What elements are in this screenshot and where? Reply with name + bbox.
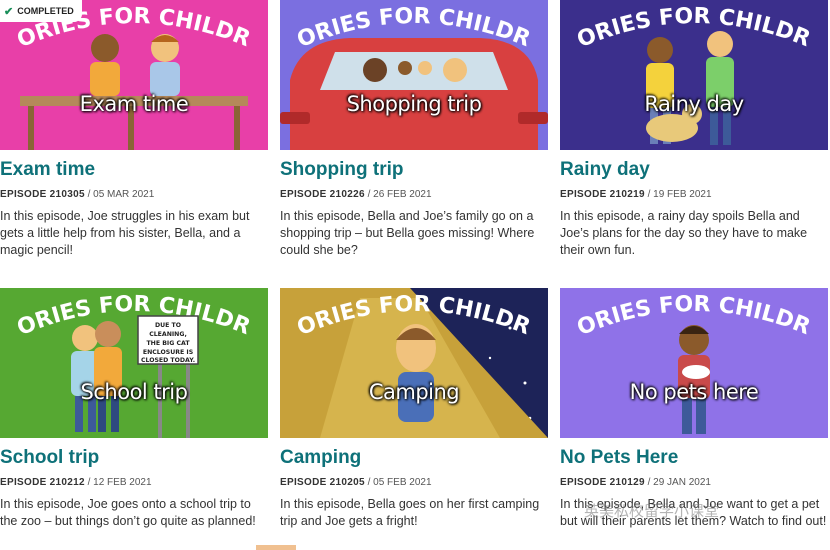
episode-number: EPISODE 210205 xyxy=(280,477,365,488)
thumbnail-illustration: STORIES FOR CHILDREN xyxy=(560,288,828,438)
completed-label: COMPLETED xyxy=(17,6,74,16)
sign-line: ENCLOSURE IS xyxy=(143,349,193,356)
episode-date: 26 FEB 2021 xyxy=(373,189,432,200)
episode-title-link[interactable]: Camping xyxy=(280,446,548,470)
episode-meta: EPISODE 210129 / 29 JAN 2021 xyxy=(560,477,711,488)
episode-description: In this episode, Joe goes onto a school … xyxy=(0,497,256,528)
sign-line: CLEANING, xyxy=(149,331,187,338)
episode-number: EPISODE 210305 xyxy=(0,189,85,200)
thumbnail-title: Exam time xyxy=(79,92,189,116)
episode-thumbnail[interactable]: STORIES FOR CHILDREN Shopping trip xyxy=(280,0,548,150)
watermark-text: 英美私校留学小课堂 xyxy=(584,502,720,520)
episode-description: In this episode, Bella and Joe’s family … xyxy=(280,209,535,257)
thumbnail-title: No pets here xyxy=(629,380,759,404)
check-icon: ✔ xyxy=(4,5,14,18)
completed-badge: ✔ COMPLETED xyxy=(0,0,82,22)
sign-line: DUE TO xyxy=(155,322,181,329)
episode-title-link[interactable]: Exam time xyxy=(0,158,268,182)
thumbnail-title: Shopping trip xyxy=(346,92,482,116)
episode-card-school-trip[interactable]: STORIES FOR CHILDREN DUE TO CLEANING, TH… xyxy=(0,288,268,530)
episode-number: EPISODE 210226 xyxy=(280,189,365,200)
thumbnail-title: Rainy day xyxy=(644,92,744,116)
episode-number: EPISODE 210212 xyxy=(0,477,85,488)
episode-thumbnail[interactable]: STORIES FOR CHILDREN Rainy day xyxy=(560,0,828,150)
thumbnail-illustration: STORIES FOR CHILDREN xyxy=(280,288,548,438)
episode-date: 19 FEB 2021 xyxy=(653,189,712,200)
thumbnail-illustration: STORIES FOR CHILDREN DUE TO CLEANING, TH… xyxy=(0,288,268,438)
thumbnail-title: School trip xyxy=(80,380,188,404)
episode-number: EPISODE 210219 xyxy=(560,189,645,200)
episode-meta: EPISODE 210305 / 05 MAR 2021 xyxy=(0,189,155,200)
episode-description: In this episode, Joe struggles in his ex… xyxy=(0,209,250,257)
episode-thumbnail[interactable]: STORIES FOR CHILDREN Camping xyxy=(280,288,548,438)
episode-date: 05 FEB 2021 xyxy=(373,477,432,488)
episode-title-link[interactable]: School trip xyxy=(0,446,268,470)
episode-meta: EPISODE 210212 / 12 FEB 2021 xyxy=(0,477,152,488)
scroll-indicator xyxy=(256,545,296,550)
episode-card-rainy-day[interactable]: STORIES FOR CHILDREN Rainy day Rainy day… xyxy=(560,0,828,259)
episode-description: In this episode, a rainy day spoils Bell… xyxy=(560,209,808,257)
thumbnail-title: Camping xyxy=(368,380,460,404)
episode-number: EPISODE 210129 xyxy=(560,477,645,488)
episode-thumbnail[interactable]: STORIES FOR CHILDREN DUE TO CLEANING, TH… xyxy=(0,288,268,438)
episode-date: 12 FEB 2021 xyxy=(93,477,152,488)
episode-card-shopping-trip[interactable]: STORIES FOR CHILDREN Shopping trip Shopp… xyxy=(280,0,548,259)
episode-title-link[interactable]: Rainy day xyxy=(560,158,828,182)
episode-card-no-pets-here[interactable]: STORIES FOR CHILDREN No pets here No Pet… xyxy=(560,288,828,530)
sign-line: THE BIG CAT xyxy=(146,340,190,347)
episode-meta: EPISODE 210219 / 19 FEB 2021 xyxy=(560,189,712,200)
episode-date: 29 JAN 2021 xyxy=(653,477,711,488)
episode-title-link[interactable]: Shopping trip xyxy=(280,158,548,182)
episode-thumbnail[interactable]: STORIES FOR CHILDREN No pets here xyxy=(560,288,828,438)
thumbnail-illustration: STORIES FOR CHILDREN xyxy=(560,0,828,150)
episode-meta: EPISODE 210205 / 05 FEB 2021 xyxy=(280,477,432,488)
episode-card-camping[interactable]: STORIES FOR CHILDREN Camping Camping EPI… xyxy=(280,288,548,530)
episode-thumbnail[interactable]: STORIES FOR CHILDREN Exam time xyxy=(0,0,268,150)
episode-description: In this episode, Bella goes on her first… xyxy=(280,497,540,528)
thumbnail-illustration: STORIES FOR CHILDREN xyxy=(280,0,548,150)
episode-date: 05 MAR 2021 xyxy=(93,189,155,200)
thumbnail-illustration: STORIES FOR CHILDREN xyxy=(0,0,268,150)
episode-meta: EPISODE 210226 / 26 FEB 2021 xyxy=(280,189,432,200)
episode-title-link[interactable]: No Pets Here xyxy=(560,446,828,470)
episode-card-exam-time[interactable]: STORIES FOR CHILDREN Exam time Exam time… xyxy=(0,0,268,259)
sign-line: CLOSED TODAY. xyxy=(141,357,195,364)
